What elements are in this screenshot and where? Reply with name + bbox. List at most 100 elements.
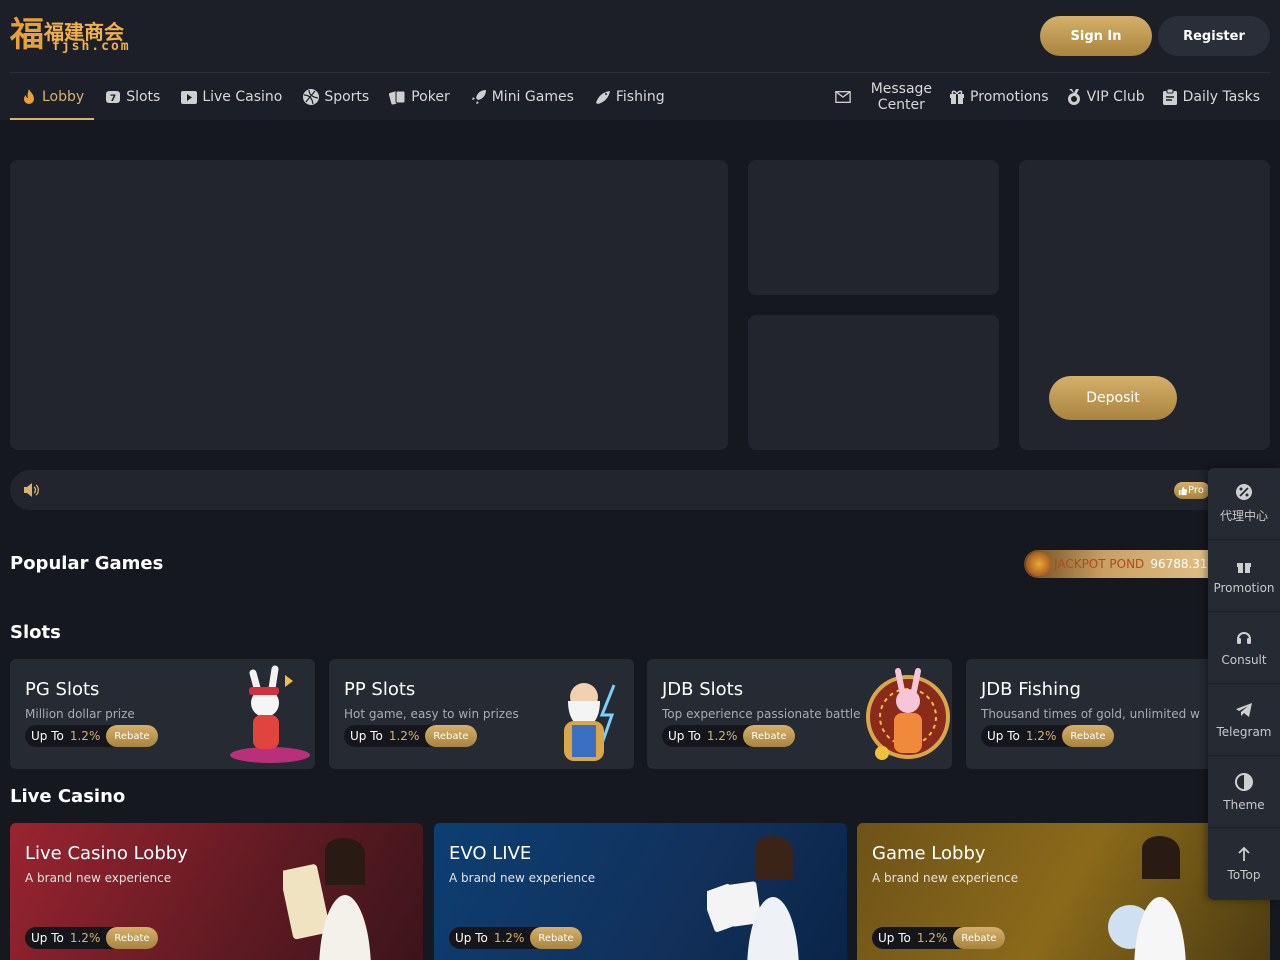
nav-item-lobby[interactable]: Lobby	[10, 73, 95, 120]
jackpot-label: JACKPOT POND	[1054, 557, 1145, 571]
rebate-row: Up To 1.2% Rebate	[25, 725, 158, 747]
announcement-bar: Pro	[10, 470, 1270, 510]
gift-icon	[950, 90, 965, 104]
card-title: EVO LIVE	[449, 843, 532, 864]
logo-mark: 福	[10, 15, 44, 55]
flame-icon	[24, 88, 34, 104]
nav-item-slots[interactable]: 7 Slots	[94, 73, 170, 120]
vip-club-link[interactable]: VIP Club	[1057, 73, 1153, 120]
rebate-row: Up To 1.2% Rebate	[662, 725, 795, 747]
card-subtitle: A brand new experience	[872, 871, 1019, 885]
daily-tasks-label: Daily Tasks	[1182, 88, 1260, 105]
telegram-button[interactable]: Telegram	[1208, 684, 1280, 756]
register-button[interactable]: Register	[1158, 16, 1270, 56]
floating-sidebar: 代理中心 Promotion Consult Telegram Theme To…	[1208, 468, 1280, 900]
daily-tasks-link[interactable]: Daily Tasks	[1153, 73, 1268, 120]
jackpot-pond: JACKPOT POND 96788.31	[1024, 550, 1224, 578]
main-banner[interactable]	[10, 160, 728, 450]
rebate-tag: Rebate	[106, 927, 158, 949]
gift-icon	[1237, 562, 1251, 573]
nav-item-mini-games[interactable]: Mini Games	[460, 73, 584, 120]
slot-card-pg[interactable]: PG Slots Million dollar prize Up To 1.2%…	[10, 659, 315, 769]
card-title: Live Casino Lobby	[25, 843, 188, 864]
ball-icon	[303, 88, 320, 105]
card-title: PP Slots	[344, 679, 416, 700]
arrow-up-icon	[1238, 846, 1250, 861]
contrast-icon	[1235, 772, 1253, 791]
clipboard-icon	[1162, 88, 1177, 105]
deposit-button[interactable]: Deposit	[1049, 376, 1177, 420]
live-casino-section-title: Live Casino	[10, 786, 126, 807]
nav-item-fishing[interactable]: Fishing	[584, 73, 675, 120]
live-card-evo-live[interactable]: EVO LIVE A brand new experience 7 Up To …	[434, 823, 847, 960]
card-subtitle: Hot game, easy to win prizes	[344, 707, 519, 721]
percent-badge-icon	[1236, 484, 1252, 500]
rebate-row: Up To 1.2% Rebate	[872, 927, 1005, 949]
rebate-tag: Rebate	[953, 927, 1005, 949]
nav-label: Lobby	[42, 88, 85, 105]
rebate-tag: Rebate	[530, 927, 582, 949]
slot-card-pp[interactable]: PP Slots Hot game, easy to win prizes Up…	[329, 659, 634, 769]
speaker-icon	[24, 483, 39, 497]
nav-item-live-casino[interactable]: Live Casino	[170, 73, 292, 120]
card-subtitle: Thousand times of gold, unlimited w	[981, 707, 1200, 721]
card-subtitle: A brand new experience	[25, 871, 172, 885]
jackpot-value: 96788.31	[1150, 557, 1208, 571]
nav-item-poker[interactable]: Poker	[379, 73, 460, 120]
medal-icon	[1067, 88, 1080, 105]
nav-label: Poker	[411, 88, 450, 105]
slot-seven-icon: 7	[106, 90, 121, 104]
telegram-icon	[1236, 702, 1252, 717]
slot-card-jdb[interactable]: JDB Slots Top experience passionate batt…	[647, 659, 952, 769]
headset-icon	[1237, 631, 1251, 644]
dealer-portrait-icon	[1108, 835, 1186, 960]
to-top-button[interactable]: ToTop	[1208, 828, 1280, 900]
rebate-row: Up To 1.2% Rebate	[449, 927, 582, 949]
side-banner-bottom[interactable]	[748, 315, 999, 450]
rebate-row: Up To 1.2% Rebate	[344, 725, 477, 747]
rebate-tag: Rebate	[1062, 725, 1114, 747]
site-logo[interactable]: 福 福建商会 fjsh.com	[10, 14, 135, 56]
nav-right: Message Center Promotions VIP Club Daily…	[825, 73, 1268, 120]
card-title: JDB Slots	[662, 679, 744, 700]
theme-toggle-button[interactable]: Theme	[1208, 756, 1280, 828]
popular-games-title: Popular Games	[10, 553, 164, 574]
agent-center-button[interactable]: 代理中心	[1208, 468, 1280, 540]
promo-chip-label: Pro	[1188, 485, 1204, 496]
svg-text:7: 7	[110, 94, 116, 104]
thumbs-up-icon	[1178, 486, 1188, 495]
rocket-icon	[471, 89, 486, 104]
nav-item-sports[interactable]: Sports	[292, 73, 379, 120]
live-card-casino-lobby[interactable]: Live Casino Lobby A brand new experience…	[10, 823, 423, 960]
consult-button[interactable]: Consult	[1208, 612, 1280, 684]
rabbit-mascot-icon	[230, 665, 310, 763]
nav-label: Fishing	[615, 88, 665, 105]
card-title: Game Lobby	[872, 843, 986, 864]
sign-in-button[interactable]: Sign In	[1040, 16, 1152, 56]
slots-section-title: Slots	[10, 622, 61, 643]
promotions-link[interactable]: Promotions	[940, 73, 1057, 120]
card-subtitle: Million dollar prize	[25, 707, 135, 721]
card-title: PG Slots	[25, 679, 100, 700]
jackpot-coin-icon	[1026, 552, 1052, 576]
fish-icon	[595, 90, 610, 104]
nav-label: Slots	[126, 88, 161, 105]
roulette-rabbit-icon	[866, 668, 950, 760]
promo-chip[interactable]: Pro	[1174, 482, 1210, 499]
message-center-link[interactable]: Message Center	[825, 73, 940, 120]
rebate-tag: Rebate	[106, 725, 158, 747]
side-banner-top[interactable]	[748, 160, 999, 295]
cards-icon	[389, 90, 406, 104]
rebate-row: Up To 1.2% Rebate	[981, 725, 1114, 747]
nav-label: Live Casino	[202, 88, 283, 105]
card-subtitle: A brand new experience	[449, 871, 596, 885]
dealer-portrait-icon	[707, 835, 799, 960]
nav-label: Sports	[324, 88, 370, 105]
rebate-tag: Rebate	[425, 725, 477, 747]
zeus-character-icon	[564, 683, 616, 761]
promotion-button[interactable]: Promotion	[1208, 540, 1280, 612]
main-nav: Lobby 7 Slots Live Casino Sports Poker M…	[10, 73, 675, 120]
play-icon	[181, 90, 198, 104]
card-title: JDB Fishing	[981, 679, 1081, 700]
vip-club-label: VIP Club	[1086, 88, 1145, 105]
